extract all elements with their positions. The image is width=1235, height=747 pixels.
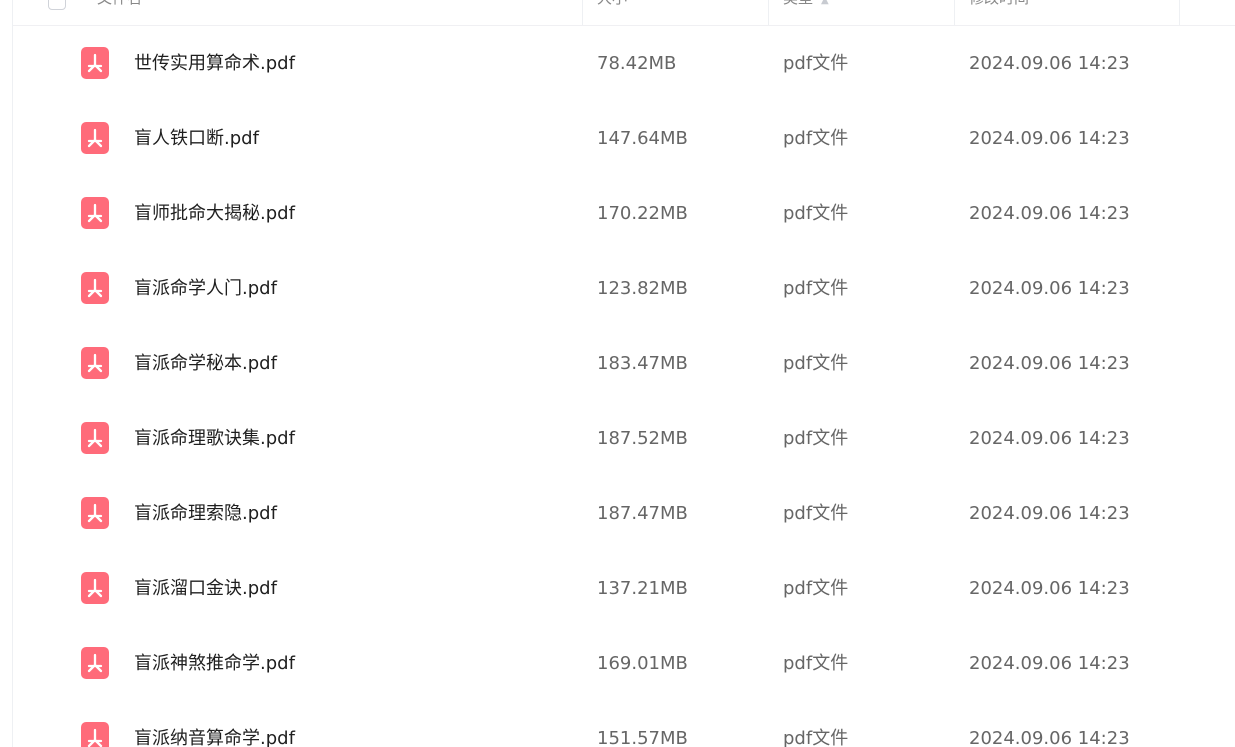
- pdf-icon: [81, 572, 109, 604]
- file-size: 151.57MB: [597, 728, 688, 747]
- file-type: pdf文件: [783, 353, 849, 374]
- file-rows: 世传实用算命术.pdf 78.42MB pdf文件 2024.09.06 14:…: [13, 26, 1235, 747]
- column-header-size[interactable]: 大小: [597, 0, 627, 25]
- file-modified-time: 2024.09.06 14:23: [969, 278, 1130, 299]
- file-modified-time: 2024.09.06 14:23: [969, 203, 1130, 224]
- file-type: pdf文件: [783, 278, 849, 299]
- column-header-modified[interactable]: 修改时间: [969, 0, 1029, 25]
- file-type: pdf文件: [783, 578, 849, 599]
- file-type: pdf文件: [783, 428, 849, 449]
- file-name[interactable]: 盲派命理索隐.pdf: [134, 476, 277, 551]
- file-size: 187.47MB: [597, 503, 688, 524]
- pdf-icon: [81, 272, 109, 304]
- file-name[interactable]: 世传实用算命术.pdf: [134, 26, 295, 101]
- file-name[interactable]: 盲人铁口断.pdf: [134, 101, 259, 176]
- file-name[interactable]: 盲派溜口金诀.pdf: [134, 551, 277, 626]
- file-row[interactable]: 盲派命学秘本.pdf 183.47MB pdf文件 2024.09.06 14:…: [13, 326, 1235, 401]
- file-type: pdf文件: [783, 653, 849, 674]
- file-name[interactable]: 盲派命学秘本.pdf: [134, 326, 277, 401]
- file-type: pdf文件: [783, 128, 849, 149]
- file-modified-time: 2024.09.06 14:23: [969, 578, 1130, 599]
- file-row[interactable]: 盲师批命大揭秘.pdf 170.22MB pdf文件 2024.09.06 14…: [13, 176, 1235, 251]
- file-list-panel: 文件名 大小 类型 ▲ 修改时间 世传实用算命术.pdf 78.42MB pdf文…: [12, 0, 1235, 747]
- file-size: 183.47MB: [597, 353, 688, 374]
- file-name[interactable]: 盲派神煞推命学.pdf: [134, 626, 295, 701]
- column-divider[interactable]: [954, 0, 955, 25]
- column-divider[interactable]: [1179, 0, 1180, 25]
- file-modified-time: 2024.09.06 14:23: [969, 503, 1130, 524]
- file-name[interactable]: 盲派命理歌诀集.pdf: [134, 401, 295, 476]
- pdf-icon: [81, 647, 109, 679]
- file-name[interactable]: 盲派命学人门.pdf: [134, 251, 277, 326]
- file-modified-time: 2024.09.06 14:23: [969, 53, 1130, 74]
- sort-caret-icon[interactable]: ▲: [821, 0, 829, 19]
- file-row[interactable]: 盲派纳音算命学.pdf 151.57MB pdf文件 2024.09.06 14…: [13, 701, 1235, 747]
- column-divider[interactable]: [768, 0, 769, 25]
- file-row[interactable]: 盲人铁口断.pdf 147.64MB pdf文件 2024.09.06 14:2…: [13, 101, 1235, 176]
- file-row[interactable]: 世传实用算命术.pdf 78.42MB pdf文件 2024.09.06 14:…: [13, 26, 1235, 101]
- file-modified-time: 2024.09.06 14:23: [969, 353, 1130, 374]
- file-modified-time: 2024.09.06 14:23: [969, 428, 1130, 449]
- file-size: 169.01MB: [597, 653, 688, 674]
- file-size: 170.22MB: [597, 203, 688, 224]
- file-list-header: 文件名 大小 类型 ▲ 修改时间: [13, 0, 1235, 26]
- file-type: pdf文件: [783, 53, 849, 74]
- file-type: pdf文件: [783, 503, 849, 524]
- file-row[interactable]: 盲派神煞推命学.pdf 169.01MB pdf文件 2024.09.06 14…: [13, 626, 1235, 701]
- file-type: pdf文件: [783, 728, 849, 747]
- file-size: 147.64MB: [597, 128, 688, 149]
- file-size: 187.52MB: [597, 428, 688, 449]
- file-row[interactable]: 盲派命理歌诀集.pdf 187.52MB pdf文件 2024.09.06 14…: [13, 401, 1235, 476]
- file-size: 123.82MB: [597, 278, 688, 299]
- column-header-type-label: 类型: [783, 0, 813, 7]
- file-row[interactable]: 盲派命理索隐.pdf 187.47MB pdf文件 2024.09.06 14:…: [13, 476, 1235, 551]
- pdf-icon: [81, 497, 109, 529]
- pdf-icon: [81, 47, 109, 79]
- pdf-icon: [81, 122, 109, 154]
- column-header-type[interactable]: 类型 ▲: [783, 0, 829, 25]
- file-size: 137.21MB: [597, 578, 688, 599]
- pdf-icon: [81, 197, 109, 229]
- file-modified-time: 2024.09.06 14:23: [969, 128, 1130, 149]
- file-modified-time: 2024.09.06 14:23: [969, 653, 1130, 674]
- file-type: pdf文件: [783, 203, 849, 224]
- column-header-name[interactable]: 文件名: [97, 0, 142, 25]
- select-all-checkbox[interactable]: [48, 0, 66, 10]
- column-divider[interactable]: [582, 0, 583, 25]
- file-row[interactable]: 盲派命学人门.pdf 123.82MB pdf文件 2024.09.06 14:…: [13, 251, 1235, 326]
- file-row[interactable]: 盲派溜口金诀.pdf 137.21MB pdf文件 2024.09.06 14:…: [13, 551, 1235, 626]
- file-name[interactable]: 盲师批命大揭秘.pdf: [134, 176, 295, 251]
- file-size: 78.42MB: [597, 53, 677, 74]
- file-modified-time: 2024.09.06 14:23: [969, 728, 1130, 747]
- pdf-icon: [81, 422, 109, 454]
- pdf-icon: [81, 722, 109, 747]
- file-name[interactable]: 盲派纳音算命学.pdf: [134, 701, 295, 747]
- pdf-icon: [81, 347, 109, 379]
